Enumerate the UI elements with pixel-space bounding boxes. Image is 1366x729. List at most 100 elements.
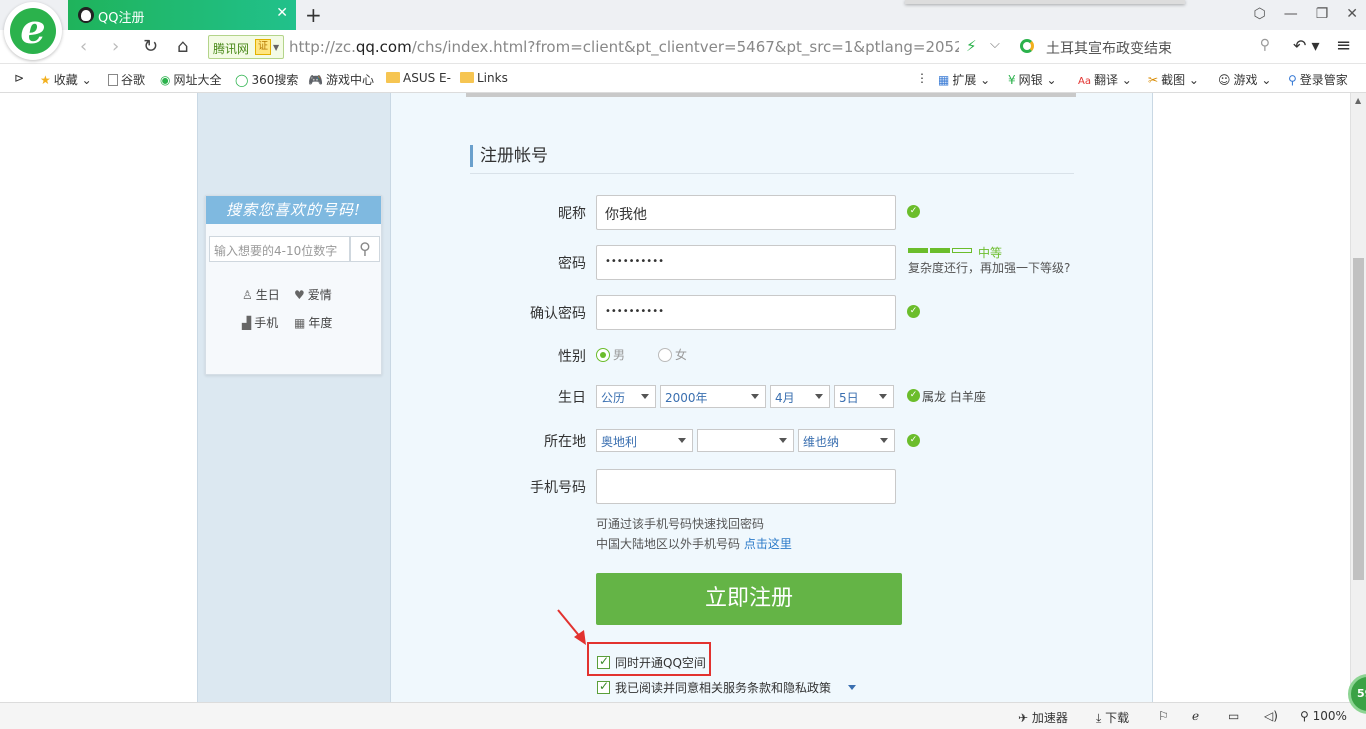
phone-tip: 可通过该手机号码快速找回密码 — [596, 517, 765, 531]
bookmarks-bar: ⊳ ★ 收藏 ⌄ 谷歌 ◉ 网址大全 ◯ 360搜索 🎮 游戏中心 ASUS E- Li… — [0, 64, 1366, 93]
open-qzone-checkbox[interactable]: 同时开通QQ空间 — [597, 654, 706, 671]
birth-month-select[interactable]: 4月 — [770, 385, 830, 408]
confirm-password-label: 确认密码 — [530, 306, 586, 322]
status-bar: ✈ 加速器 ⤓ 下载 ⚐ ℯ ▭ ◁) ⚲ 100% — [0, 702, 1366, 729]
bookmark-favorites[interactable]: ★ 收藏 ⌄ — [40, 71, 92, 88]
category-birthday[interactable]: ♙ 生日 — [242, 286, 280, 303]
folder-icon — [386, 72, 400, 83]
sound-icon[interactable]: ◁) — [1264, 709, 1278, 723]
url-dropdown-icon[interactable]: ⌵ — [990, 37, 1000, 52]
bookmark-360search[interactable]: ◯ 360搜索 — [235, 71, 298, 88]
game-icon: ☺ — [1218, 73, 1231, 87]
password-field[interactable]: •••••••••• — [596, 245, 896, 280]
bookmark-links[interactable]: Links — [460, 71, 508, 85]
toolbar-game[interactable]: ☺ 游戏 ⌄ — [1218, 71, 1271, 88]
chevron-down-icon — [779, 438, 787, 443]
register-button[interactable]: 立即注册 — [596, 573, 902, 625]
chevron-down-icon: ▼ — [273, 43, 280, 52]
bookmark-asus[interactable]: ASUS E- — [386, 71, 451, 85]
gender-male-radio[interactable]: 男 — [596, 346, 625, 363]
password-label: 密码 — [558, 256, 586, 272]
nickname-field[interactable]: 你我他 — [596, 195, 896, 230]
new-tab-button[interactable]: + — [305, 3, 322, 27]
gender-female-radio[interactable]: 女 — [658, 346, 687, 363]
back-icon[interactable]: ‹ — [80, 36, 87, 57]
ie-mode-icon[interactable]: ℯ — [1192, 709, 1199, 723]
close-window-icon[interactable]: ✕ — [1346, 6, 1358, 22]
calendar-type-select[interactable]: 公历 — [596, 385, 656, 408]
scrollbar-thumb[interactable] — [1353, 258, 1364, 580]
search-icon[interactable]: ⚲ — [350, 236, 380, 262]
menu-icon[interactable]: ≡ — [1336, 35, 1351, 56]
annotation-arrow — [557, 609, 586, 645]
download-button[interactable]: ⤓ 下载 — [1096, 709, 1129, 726]
chevron-down-icon — [678, 438, 686, 443]
left-column — [197, 93, 391, 702]
certificate-badge[interactable]: 腾讯网 证 ▼ — [208, 35, 284, 59]
translate-icon: Aa — [1078, 76, 1091, 87]
tab-close-icon[interactable]: ✕ — [276, 5, 288, 21]
birthday-label: 生日 — [558, 390, 586, 406]
minimize-icon[interactable]: — — [1284, 6, 1298, 22]
bookmark-hao360[interactable]: ◉ 网址大全 — [160, 71, 222, 88]
phone-field[interactable] — [596, 469, 896, 504]
gender-label: 性别 — [558, 349, 586, 365]
360-search-icon: ◯ — [235, 73, 249, 87]
vertical-scrollbar[interactable]: ▲ — [1350, 93, 1366, 702]
url-input[interactable]: http://zc.qq.com/chs/index.html?from=cli… — [289, 38, 959, 56]
folder-icon — [460, 72, 474, 83]
speed-mode-icon[interactable]: ⚡ — [966, 37, 977, 55]
bookmark-google[interactable]: 谷歌 — [108, 71, 145, 88]
toolbar-extensions[interactable]: ▦ 扩展 ⌄ — [938, 71, 990, 88]
calendar-icon: ▦ — [294, 316, 306, 330]
flag-icon[interactable]: ⚐ — [1158, 709, 1169, 723]
sidebar-toggle-icon[interactable]: ⊳ — [14, 71, 24, 85]
toolbar-online-bank[interactable]: ¥ 网银 ⌄ — [1008, 71, 1057, 88]
category-love[interactable]: ♥ 爱情 — [294, 286, 332, 303]
undo-close-tab-icon[interactable]: ↶ ▾ — [1293, 36, 1320, 55]
search-input[interactable]: 土耳其宣布政变结束 ⚲ — [1012, 35, 1280, 59]
zoom-icon: ⚲ — [1300, 709, 1313, 723]
toolbar-translate[interactable]: Aa 翻译 ⌄ — [1078, 71, 1132, 88]
tab-title: QQ注册 — [98, 11, 145, 26]
category-year[interactable]: ▦ 年度 — [294, 314, 332, 331]
search-icon[interactable]: ⚲ — [1260, 37, 1270, 53]
home-icon[interactable]: ⌂ — [177, 36, 188, 57]
overseas-phone-link[interactable]: 点击这里 — [744, 537, 792, 551]
strength-segment — [952, 248, 972, 253]
heart-icon: ♥ — [294, 288, 305, 302]
toolbar-login-manager[interactable]: ⚲ 登录管家 — [1288, 71, 1348, 88]
browser-logo[interactable]: e — [4, 2, 62, 60]
toolbar-screenshot[interactable]: ✂ 截图 ⌄ — [1148, 71, 1199, 88]
bookmark-game-center[interactable]: 🎮 游戏中心 — [308, 71, 374, 88]
birth-year-select[interactable]: 2000年 — [660, 385, 766, 408]
zoom-control[interactable]: ⚲ 100% — [1300, 709, 1347, 723]
window-mode-icon[interactable]: ▭ — [1228, 709, 1239, 723]
number-search-input[interactable]: 输入想要的4-10位数字 — [209, 236, 350, 262]
chevron-down-icon[interactable] — [848, 685, 856, 690]
country-select[interactable]: 奥地利 — [596, 429, 693, 452]
category-phone[interactable]: ▟ 手机 — [242, 314, 278, 331]
scroll-up-icon[interactable]: ▲ — [1355, 96, 1361, 105]
restore-icon[interactable]: ❐ — [1316, 6, 1329, 22]
tab-qq-register[interactable]: QQ注册 ✕ — [68, 0, 296, 30]
agree-terms-checkbox[interactable]: 我已阅读并同意相关服务条款和隐私政策 — [597, 679, 831, 696]
city-select[interactable]: 维也纳 — [798, 429, 895, 452]
search-hot-word: 土耳其宣布政变结束 — [1046, 41, 1172, 57]
strength-segment — [930, 248, 950, 253]
confirm-password-field[interactable]: •••••••••• — [596, 295, 896, 330]
skin-icon[interactable]: ⬡ — [1253, 6, 1265, 22]
check-icon: ✓ — [907, 434, 920, 447]
accelerator-button[interactable]: ✈ 加速器 — [1018, 709, 1068, 726]
gamepad-icon: 🎮 — [308, 73, 323, 87]
chevron-down-icon — [879, 394, 887, 399]
divider — [466, 93, 1076, 97]
more-icon[interactable]: ⋮ — [916, 71, 928, 85]
number-search-heading: 搜索您喜欢的号码! — [206, 196, 381, 224]
refresh-icon[interactable]: ↻ — [143, 36, 158, 57]
province-select[interactable] — [697, 429, 794, 452]
globe-icon: ◉ — [160, 73, 171, 87]
zodiac-text: 属龙 白羊座 — [922, 390, 986, 404]
birth-day-select[interactable]: 5日 — [834, 385, 894, 408]
forward-icon[interactable]: › — [112, 36, 119, 57]
